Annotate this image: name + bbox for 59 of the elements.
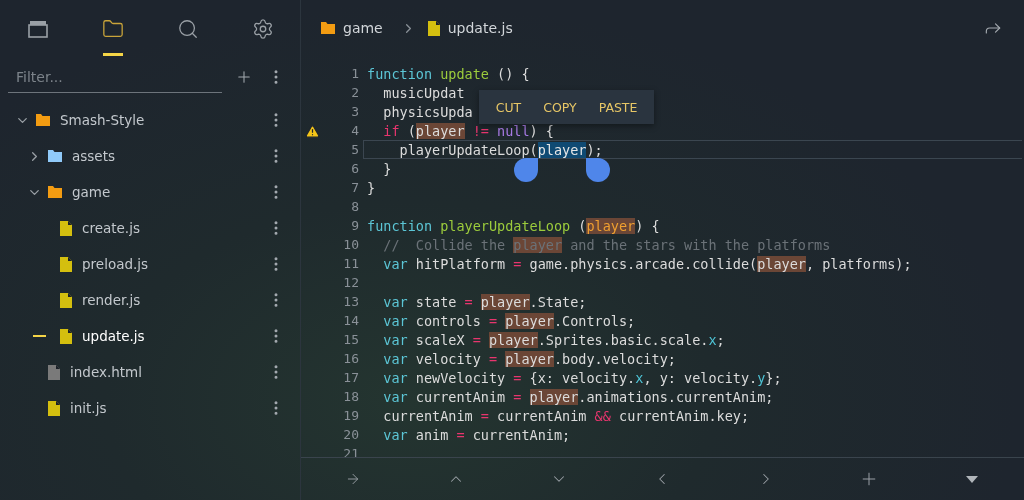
line-number: 9 [351, 218, 359, 233]
menu-item[interactable]: PASTE [587, 90, 649, 124]
code-line: } [382, 159, 392, 178]
line-number: 19 [343, 408, 359, 423]
line-number: 20 [343, 427, 359, 442]
tree-item[interactable]: game [72, 184, 259, 200]
line-number: 15 [343, 332, 359, 347]
breadcrumb-item[interactable]: update.js [447, 20, 513, 36]
tree-item[interactable]: render.js [82, 292, 259, 308]
line-number: 6 [351, 161, 359, 176]
line-number: 4 [351, 123, 359, 138]
line-number: 5 [351, 142, 359, 157]
code-line: var anim = currentAnim; [382, 425, 571, 444]
code-line: var newVelocity = {x: velocity.x, y: velocity.y}; [382, 368, 782, 387]
search-icon [176, 18, 199, 40]
code-line: if (player != null) { [382, 121, 554, 140]
line-number: 7 [351, 180, 359, 195]
folder-icon [101, 18, 124, 40]
line-number: 8 [351, 199, 359, 214]
code-line: } [366, 178, 376, 197]
box-icon [26, 19, 49, 39]
tree-item[interactable]: Smash-Style [60, 112, 259, 128]
menu-item[interactable]: COPY [532, 90, 588, 124]
code-line: var currentAnim = player.animations.currentAnim; [382, 387, 774, 406]
breadcrumb-item[interactable]: game [343, 20, 383, 36]
tree-item[interactable]: create.js [82, 220, 259, 236]
code-line: musicUpdat [382, 83, 465, 102]
tree-item[interactable]: preload.js [82, 256, 259, 272]
settings-icon [251, 18, 274, 40]
code-line: physicsUpda [382, 102, 473, 121]
selection-handle[interactable] [513, 158, 538, 182]
line-number: 2 [351, 85, 359, 100]
code-line: var controls = player.Controls; [382, 311, 636, 330]
line-number: 13 [343, 294, 359, 309]
selection-handle[interactable] [586, 158, 611, 182]
code-line: var hitPlatform = game.physics.arcade.collide(player, platforms); [382, 254, 912, 273]
line-number: 14 [343, 313, 359, 328]
current-line: playerUpdateLoop(player); [363, 140, 1022, 159]
line-number: 18 [343, 389, 359, 404]
line-number: 1 [351, 66, 359, 81]
tree-item[interactable]: assets [72, 148, 259, 164]
tree-item[interactable]: update.js [82, 328, 259, 344]
tree-item[interactable]: init.js [70, 400, 259, 416]
code-line: currentAnim = currentAnim && currentAnim.key; [382, 406, 750, 425]
code-line: var velocity = player.body.velocity; [382, 349, 676, 368]
filter-field[interactable]: Filter... [8, 61, 223, 93]
menu-item[interactable]: CUT [484, 90, 533, 124]
code-line: var scaleX = player.Sprites.basic.scale.x; [382, 330, 725, 349]
line-number: 3 [351, 104, 359, 119]
tree-item[interactable]: index.html [70, 364, 259, 380]
code-line: function update () { [366, 64, 530, 83]
line-number: 16 [343, 351, 359, 366]
line-number: 11 [343, 256, 359, 271]
code-line: // Collide the player and the stars with the platforms [382, 235, 831, 254]
line-number: 12 [343, 275, 359, 290]
code-line: var state = player.State; [382, 292, 587, 311]
code-line: function playerUpdateLoop (player) { [366, 216, 660, 235]
line-number: 10 [343, 237, 359, 252]
line-number: 17 [343, 370, 359, 385]
